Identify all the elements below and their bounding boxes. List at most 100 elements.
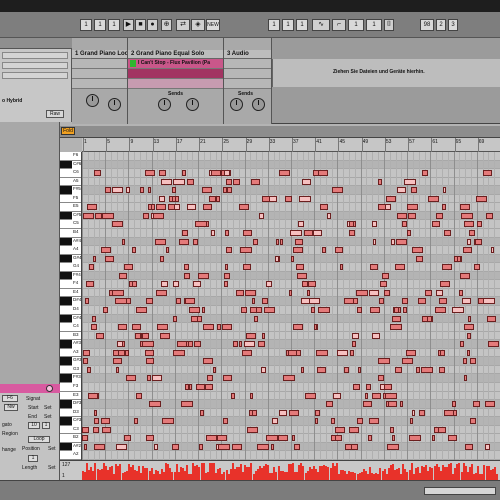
midi-note[interactable] — [464, 324, 474, 331]
midi-note[interactable] — [438, 426, 446, 433]
midi-note[interactable] — [302, 178, 311, 185]
midi-note[interactable] — [226, 247, 232, 254]
midi-note[interactable] — [119, 272, 127, 279]
piano-key[interactable] — [60, 160, 72, 170]
midi-note[interactable] — [370, 264, 378, 271]
midi-note[interactable] — [94, 170, 101, 177]
midi-note[interactable] — [388, 401, 397, 408]
midi-note[interactable] — [440, 349, 445, 356]
midi-note[interactable] — [105, 255, 114, 262]
loop-beat-field[interactable]: 1 — [282, 19, 294, 31]
midi-note[interactable] — [402, 221, 407, 228]
midi-note[interactable] — [467, 238, 471, 245]
midi-note[interactable] — [488, 341, 499, 348]
midi-note[interactable] — [408, 212, 416, 219]
midi-note[interactable] — [436, 212, 443, 219]
midi-note[interactable] — [156, 289, 167, 296]
midi-note[interactable] — [124, 435, 131, 442]
clip-slot[interactable] — [72, 69, 127, 79]
midi-note[interactable] — [383, 392, 386, 399]
piano-keys[interactable]: F6 C#6 C6 A5 F#5 F5 E5 C#5 C5 B4 A#4 A4 G#4 G4 F#4 F4 E4… — [60, 152, 82, 460]
playing-clip[interactable]: I Can't Stop - Flux Pavilion (Pa — [128, 59, 223, 69]
midi-note[interactable] — [369, 289, 379, 296]
midi-note[interactable] — [101, 418, 110, 425]
midi-note[interactable] — [232, 443, 242, 450]
midi-note[interactable] — [363, 401, 372, 408]
follow-icon[interactable]: ◈ — [191, 19, 205, 31]
midi-note[interactable] — [407, 204, 418, 211]
midi-note[interactable] — [440, 281, 450, 288]
midi-note[interactable] — [285, 195, 292, 202]
midi-note[interactable] — [203, 324, 214, 331]
piano-key[interactable] — [60, 280, 81, 289]
midi-note[interactable] — [402, 298, 408, 305]
midi-note[interactable] — [95, 212, 102, 219]
midi-note[interactable] — [166, 247, 169, 254]
midi-note[interactable] — [372, 332, 380, 339]
piano-key[interactable] — [60, 211, 72, 221]
midi-note[interactable] — [82, 435, 88, 442]
midi-note[interactable] — [173, 315, 177, 322]
piano-key[interactable] — [60, 237, 72, 247]
midi-note[interactable] — [89, 264, 94, 271]
midi-note[interactable] — [83, 212, 94, 219]
midi-note[interactable] — [392, 435, 395, 442]
midi-note[interactable] — [304, 230, 313, 236]
midi-note[interactable] — [182, 230, 188, 236]
midi-note[interactable] — [477, 221, 482, 228]
midi-note[interactable] — [112, 221, 123, 228]
midi-note[interactable] — [483, 298, 495, 305]
midi-note[interactable] — [105, 187, 111, 194]
midi-note[interactable] — [378, 375, 384, 382]
midi-note[interactable] — [179, 238, 189, 245]
midi-note[interactable] — [266, 281, 272, 288]
clip-slot[interactable] — [224, 59, 271, 69]
midi-note[interactable] — [82, 426, 89, 433]
midi-note[interactable] — [409, 435, 421, 442]
midi-note[interactable] — [333, 392, 341, 399]
midi-note[interactable] — [332, 187, 343, 194]
position-beat[interactable]: 1 — [94, 19, 106, 31]
midi-note[interactable] — [112, 289, 124, 296]
midi-note[interactable] — [476, 195, 487, 202]
play-button[interactable]: ▶ — [123, 19, 134, 31]
midi-note[interactable] — [410, 418, 413, 425]
browser-row[interactable] — [2, 72, 68, 79]
midi-note[interactable] — [182, 170, 186, 177]
midi-note[interactable] — [86, 281, 94, 288]
midi-note[interactable] — [397, 212, 407, 219]
midi-note[interactable] — [384, 289, 390, 296]
midi-note[interactable] — [224, 281, 228, 288]
browser-row[interactable] — [2, 62, 68, 69]
midi-note[interactable] — [392, 315, 401, 322]
midi-note[interactable] — [252, 298, 255, 305]
track-2-title[interactable]: 2 Grand Piano Equal Solo — [128, 50, 223, 59]
midi-note[interactable] — [92, 315, 96, 322]
midi-note[interactable] — [380, 281, 387, 288]
midi-note[interactable] — [213, 366, 216, 373]
midi-note[interactable] — [407, 230, 411, 236]
piano-key[interactable] — [60, 297, 72, 306]
midi-note[interactable] — [272, 418, 278, 425]
midi-note[interactable] — [103, 307, 108, 313]
midi-note[interactable] — [289, 409, 299, 416]
midi-note[interactable] — [146, 435, 154, 442]
midi-note[interactable] — [250, 392, 253, 399]
midi-note[interactable] — [225, 264, 228, 271]
midi-note[interactable] — [153, 212, 164, 219]
midi-note[interactable] — [372, 221, 377, 228]
midi-note[interactable] — [209, 195, 216, 202]
midi-note[interactable] — [118, 349, 125, 356]
note-grid[interactable] — [82, 152, 500, 460]
region-label[interactable]: Region — [2, 431, 18, 437]
midi-note[interactable] — [257, 443, 269, 450]
midi-note[interactable] — [443, 187, 446, 194]
midi-note[interactable] — [94, 443, 105, 450]
midi-note[interactable] — [195, 221, 207, 228]
midi-note[interactable] — [294, 443, 300, 450]
midi-note[interactable] — [291, 255, 294, 262]
clip-slot[interactable] — [128, 79, 223, 89]
end-set-label[interactable]: Set — [44, 414, 52, 420]
bar-field[interactable]: 10 — [28, 422, 40, 429]
midi-note[interactable] — [226, 178, 232, 185]
